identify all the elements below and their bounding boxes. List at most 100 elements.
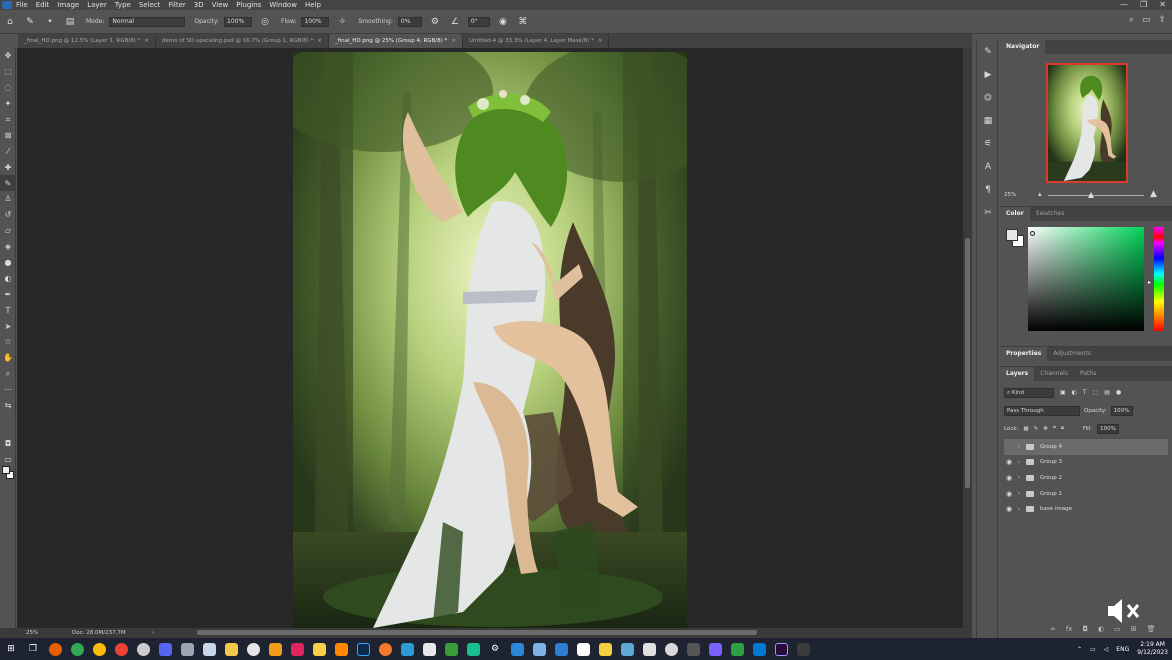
- tab-channels[interactable]: Channels: [1034, 367, 1074, 381]
- menu-type[interactable]: Type: [115, 0, 131, 10]
- menu-image[interactable]: Image: [57, 0, 79, 10]
- smart-object-filter-icon[interactable]: ▤: [1104, 389, 1110, 396]
- screen-mode-icon[interactable]: ▭: [0, 452, 16, 468]
- task-view-icon[interactable]: ❐: [22, 638, 44, 660]
- chrome-icon[interactable]: [88, 638, 110, 660]
- tray-overflow-icon[interactable]: ⌃: [1077, 646, 1082, 653]
- app-icon[interactable]: [792, 638, 814, 660]
- path-selection-tool-icon[interactable]: ➤: [0, 318, 16, 334]
- menu-layer[interactable]: Layer: [87, 0, 107, 10]
- pixel-filter-icon[interactable]: ▣: [1060, 389, 1066, 396]
- quick-mask-icon[interactable]: ◘: [0, 436, 16, 452]
- app-icon[interactable]: [616, 638, 638, 660]
- color-foreground-swatch[interactable]: [1006, 229, 1018, 241]
- hue-slider[interactable]: [1154, 227, 1164, 331]
- app-icon[interactable]: [726, 638, 748, 660]
- layer-base-image[interactable]: ◉ › base image: [1004, 501, 1168, 517]
- app-icon[interactable]: [132, 638, 154, 660]
- tab-navigator[interactable]: Navigator: [1000, 40, 1046, 54]
- new-layer-icon[interactable]: ⊞: [1131, 625, 1137, 633]
- brush-settings-panel-icon[interactable]: ✎: [977, 40, 999, 63]
- layer-group-2[interactable]: ◉ › Group 2: [1004, 470, 1168, 486]
- filter-toggle-icon[interactable]: ●: [1116, 389, 1121, 396]
- swap-colors-icon[interactable]: ⇆: [0, 398, 16, 414]
- layer-style-icon[interactable]: fx: [1066, 625, 1073, 633]
- menu-3d[interactable]: 3D: [194, 0, 204, 10]
- tab-final-hd-25[interactable]: _final_HD.png @ 25% (Group 4, RGB/8) * ×: [328, 34, 463, 48]
- eye-icon[interactable]: ◉: [1004, 458, 1014, 466]
- layer-opacity-field[interactable]: 100%: [1110, 405, 1133, 416]
- navigator-zoom-slider[interactable]: [1048, 195, 1144, 196]
- app-icon[interactable]: [682, 638, 704, 660]
- zoom-tool-icon[interactable]: ⌕: [0, 366, 16, 382]
- app-icon[interactable]: [176, 638, 198, 660]
- zoom-slider-handle[interactable]: [1088, 192, 1094, 198]
- layer-group-4[interactable]: › Group 4: [1004, 439, 1168, 455]
- fill-field[interactable]: 100%: [1097, 423, 1120, 434]
- tab-demo-sd-upscaling[interactable]: demo of SD upscaling.psd @ 16.7% (Group …: [156, 34, 329, 48]
- volume-icon[interactable]: ◁: [1104, 646, 1109, 653]
- blend-mode-select[interactable]: Pass Through: [1004, 405, 1080, 416]
- chrome-icon[interactable]: [110, 638, 132, 660]
- tab-properties[interactable]: Properties: [1000, 347, 1048, 361]
- close-icon[interactable]: ×: [598, 38, 603, 44]
- settings-icon[interactable]: ⚙: [484, 638, 506, 660]
- zoom-out-icon[interactable]: ▴: [1038, 190, 1042, 198]
- new-group-icon[interactable]: ▭: [1114, 625, 1121, 633]
- airbrush-icon[interactable]: ✧: [335, 15, 349, 29]
- chevron-right-icon[interactable]: ›: [1014, 474, 1024, 481]
- blur-tool-icon[interactable]: ●: [0, 255, 16, 271]
- color-picker-field[interactable]: [1028, 227, 1144, 331]
- healing-tool-icon[interactable]: ✚: [0, 159, 16, 175]
- blender-icon[interactable]: [374, 638, 396, 660]
- pen-tool-icon[interactable]: ✒: [0, 286, 16, 302]
- eye-icon[interactable]: ◉: [1004, 490, 1014, 498]
- app-icon[interactable]: [198, 638, 220, 660]
- app-icon[interactable]: [528, 638, 550, 660]
- paint-bucket-tool-icon[interactable]: ◈: [0, 239, 16, 255]
- color-picker-cursor[interactable]: [1030, 231, 1035, 236]
- history-brush-tool-icon[interactable]: ↺: [0, 207, 16, 223]
- chevron-right-icon[interactable]: ›: [1014, 490, 1024, 497]
- adjustments-panel-icon[interactable]: ⚟: [977, 132, 999, 155]
- close-button[interactable]: ✕: [1159, 0, 1166, 10]
- app-icon[interactable]: [660, 638, 682, 660]
- stamp-tool-icon[interactable]: ♙: [0, 191, 16, 207]
- app-icon[interactable]: [264, 638, 286, 660]
- brush-preset-icon[interactable]: ✎: [23, 15, 37, 29]
- lasso-tool-icon[interactable]: ◌: [0, 80, 16, 96]
- tab-adjustments[interactable]: Adjustments: [1047, 347, 1097, 361]
- app-icon[interactable]: [286, 638, 308, 660]
- shape-tool-icon[interactable]: ☆: [0, 334, 16, 350]
- paragraph-panel-icon[interactable]: ¶: [977, 178, 999, 201]
- magic-wand-tool-icon[interactable]: ✦: [0, 96, 16, 112]
- app-icon[interactable]: [418, 638, 440, 660]
- tab-swatches[interactable]: Swatches: [1030, 207, 1071, 221]
- restore-button[interactable]: ❐: [1140, 0, 1147, 10]
- status-zoom[interactable]: 25%: [26, 628, 38, 638]
- premiere-icon[interactable]: [770, 638, 792, 660]
- hand-tool-icon[interactable]: ✋: [0, 350, 16, 366]
- kind-filter-select[interactable]: ⌕ Kind: [1004, 387, 1054, 398]
- type-filter-icon[interactable]: T: [1083, 389, 1087, 396]
- home-icon[interactable]: ⌂: [3, 15, 17, 29]
- layer-group-1[interactable]: ◉ › Group 1: [1004, 486, 1168, 502]
- navigator-zoom[interactable]: 25%: [1004, 192, 1016, 198]
- lock-transparency-icon[interactable]: ▦: [1023, 426, 1028, 432]
- share-icon[interactable]: ⇪: [1158, 15, 1166, 25]
- mode-select[interactable]: Normal: [109, 16, 186, 27]
- menu-view[interactable]: View: [212, 0, 229, 10]
- app-icon[interactable]: [638, 638, 660, 660]
- language-indicator[interactable]: ENG: [1116, 646, 1129, 653]
- eye-icon[interactable]: ◉: [1004, 474, 1014, 482]
- character-panel-icon[interactable]: A: [977, 155, 999, 178]
- crop-tool-icon[interactable]: ⌗: [0, 112, 16, 128]
- brush-settings-icon[interactable]: ▤: [63, 15, 77, 29]
- vertical-scrollbar[interactable]: [963, 48, 972, 628]
- chevron-right-icon[interactable]: ›: [1014, 506, 1024, 513]
- menu-file[interactable]: File: [16, 0, 28, 10]
- angle-icon[interactable]: ∠: [448, 15, 462, 29]
- adjustment-filter-icon[interactable]: ◐: [1072, 389, 1077, 396]
- tab-paths[interactable]: Paths: [1074, 367, 1102, 381]
- search-icon[interactable]: ⌕: [1129, 15, 1134, 25]
